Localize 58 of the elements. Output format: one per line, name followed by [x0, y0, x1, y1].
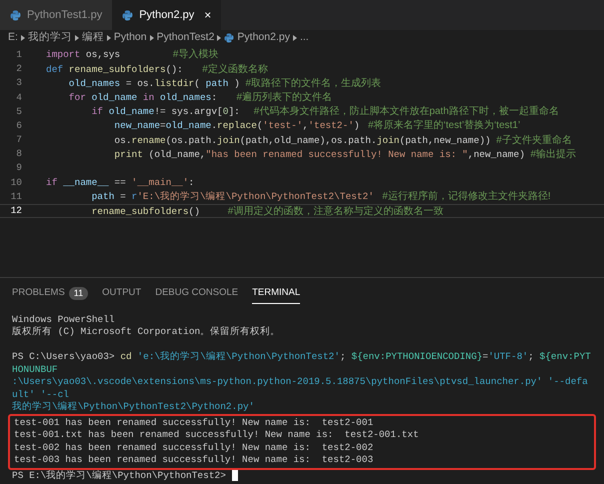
panel-tab[interactable]: PROBLEMS 11: [12, 284, 88, 304]
chevron-icon: [106, 35, 111, 41]
terminal-line: PS C:\Users\yao03> cd 'e:\我的学习\编程\Python\PythonTest2'; ${env:PYTHONIOENCODING}='UTF-8'; ${env:PYTHONUNBUF: [12, 351, 592, 376]
terminal-line: :\Users\yao03\.vscode\extensions\ms-python.python-2019.5.18875\pythonFiles\ptvsd_launcher.py' '--default' '--cl: [12, 376, 589, 401]
breadcrumb-item[interactable]: E:: [8, 30, 18, 46]
python-file-icon: [122, 10, 134, 20]
code-line: for old_name in old_names: #遍历列表下的文件名: [68, 90, 332, 106]
python-file-icon: [10, 10, 21, 20]
terminal-cursor: [232, 470, 238, 482]
line-number: 7: [15, 133, 23, 148]
line-number: 10: [10, 176, 23, 190]
line-number: 11: [10, 190, 23, 204]
line-number: 4: [15, 90, 23, 105]
panel-tab[interactable]: TERMINAL: [252, 284, 300, 304]
chevron-icon: [292, 35, 297, 41]
code-line: path = r'E:\我的学习\编程\Python\PythonTest2\Test2' #运行程序前，记得修改主文件夹路径!: [90, 190, 551, 204]
breadcrumb-item[interactable]: 我的学习: [28, 30, 72, 46]
panel-tab[interactable]: DEBUG CONSOLE: [155, 284, 238, 304]
line-number: 12: [10, 204, 23, 218]
chevron-icon: [217, 35, 222, 41]
code-line: def rename_subfolders(): #定义函数名称: [46, 62, 268, 77]
code-line: if __name__ == '__main__':: [46, 176, 194, 190]
code-line: new_name=old_name.replace('test-','test2-') #将原来名字里的‘test’替换为‘test1’: [113, 118, 520, 134]
line-number: 8: [15, 147, 23, 162]
code-line: os.rename(os.path.join(path,old_name),os.path.join(path,new_name)) #子文件夹重命名: [113, 134, 572, 148]
code-line: import os,sys #导入模块: [46, 48, 218, 62]
terminal-line: test-002 has been renamed successfully! New name is: test2-002: [14, 442, 374, 454]
terminal-line: Windows PowerShell: [12, 314, 116, 326]
terminal-line: test-003 has been renamed successfully! New name is: test2-003: [14, 454, 374, 466]
terminal-prompt: PS E:\我的学习\编程\Python\PythonTest2>: [12, 470, 227, 482]
line-number: 5: [15, 104, 23, 119]
breadcrumb-item[interactable]: 编程: [82, 30, 104, 46]
terminal-line: test-001.txt has been renamed successfully! New name is: test2-001.txt: [14, 429, 420, 442]
editor-tab[interactable]: PythonTest1.py: [0, 0, 112, 30]
breadcrumb-item[interactable]: ...: [300, 30, 309, 46]
line-number: 3: [15, 76, 23, 90]
python-file-icon: [224, 33, 234, 43]
terminal-line: test-001 has been renamed successfully! New name is: test2-001: [14, 416, 374, 429]
breadcrumb-item[interactable]: Python: [114, 30, 147, 46]
editor-tab[interactable]: Python2.py ×: [112, 0, 222, 30]
line-number: 2: [15, 62, 23, 76]
code-line: old_names = os.listdir( path ) #取路径下的文件名，生成列表: [68, 76, 382, 91]
panel-tab[interactable]: OUTPUT: [102, 284, 142, 304]
chevron-icon: [150, 35, 154, 41]
chevron-icon: [74, 35, 79, 41]
breadcrumb-item[interactable]: Python2.py: [237, 30, 290, 46]
close-button[interactable]: ×: [204, 6, 212, 24]
terminal-line: 我的学习\编程\Python\PythonTest2\Python2.py': [12, 401, 256, 414]
code-line: print (old_name,"has been renamed successfully! New name is: ",new_name) #输出提示: [113, 148, 576, 162]
line-number: 9: [15, 161, 23, 176]
code-line: rename_subfolders() #调用定义的函数，注意名称与定义的函数名一致: [90, 204, 444, 219]
chevron-icon: [20, 35, 25, 41]
terminal-line: 版权所有 (C) Microsoft Corporation。保留所有权利。: [12, 326, 282, 338]
code-line: if old_name!= sys.argv[0]: #代码本身文件路径，防止脚本文件放在path路径下时，被一起重命名: [90, 104, 559, 120]
line-number: 6: [15, 118, 23, 133]
line-number: 1: [15, 48, 23, 62]
breadcrumb-item[interactable]: PythonTest2: [156, 30, 214, 46]
count-badge: 11: [68, 286, 88, 300]
